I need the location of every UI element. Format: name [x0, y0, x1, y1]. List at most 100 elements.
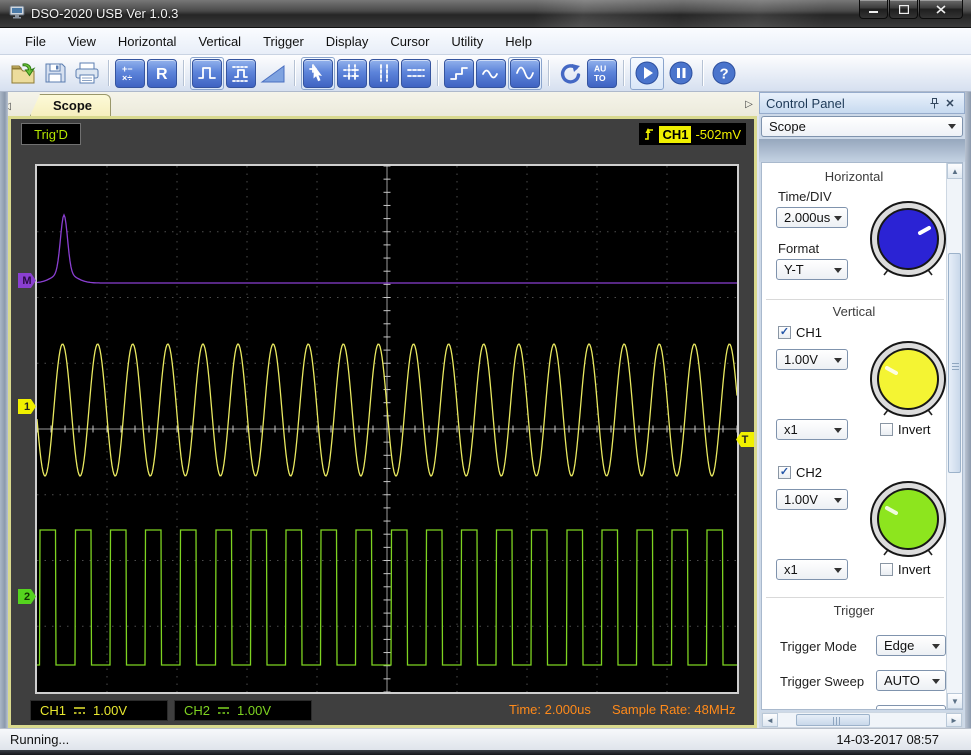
- run-button-selected[interactable]: [630, 56, 664, 90]
- trigger-source-label: Trigger Source: [780, 709, 866, 710]
- menu-horizontal[interactable]: Horizontal: [107, 30, 188, 53]
- save-floppy-icon: [45, 63, 66, 83]
- save-button[interactable]: [40, 59, 70, 88]
- chevron-down-icon: [834, 216, 842, 221]
- panel-divider: [759, 139, 965, 162]
- maximize-button[interactable]: [889, 0, 918, 19]
- pulse-button[interactable]: [192, 58, 222, 88]
- step-wave-icon: [450, 67, 468, 80]
- scrollbar-thumb[interactable]: [948, 253, 961, 473]
- run-button[interactable]: [632, 59, 662, 88]
- panel-close-icon[interactable]: ✕: [942, 96, 958, 110]
- sine-button-selected[interactable]: [508, 56, 542, 90]
- waveform-traces: [37, 213, 737, 666]
- help-button[interactable]: ?: [709, 59, 739, 88]
- trigger-source-dropdown[interactable]: CH1: [876, 705, 946, 709]
- ch2-scale-dropdown[interactable]: 1.00V: [776, 489, 848, 510]
- control-panel-title: Control Panel: [766, 95, 845, 111]
- horizontal-cursors-icon: [407, 69, 425, 77]
- timediv-label: Time/DIV: [778, 189, 832, 204]
- trigger-mode-dropdown[interactable]: Edge: [876, 635, 946, 656]
- pulse-wave-icon: [198, 67, 216, 79]
- pulse-levels-button[interactable]: [226, 58, 256, 88]
- chevron-down-icon: [932, 679, 940, 684]
- rising-edge-icon: [645, 128, 654, 140]
- scroll-up-icon[interactable]: ▲: [947, 163, 962, 179]
- pointer-button[interactable]: [303, 58, 333, 88]
- reference-button[interactable]: R: [147, 58, 177, 88]
- auto-setup-button[interactable]: AU TO: [587, 58, 617, 88]
- ch2-readout-label: CH2: [184, 703, 211, 718]
- menu-cursor[interactable]: Cursor: [379, 30, 440, 53]
- menu-file[interactable]: File: [14, 30, 57, 53]
- horizontal-knob[interactable]: [868, 199, 948, 283]
- trigger-section-title: Trigger: [833, 603, 875, 618]
- open-folder-icon: [11, 63, 36, 84]
- svg-text:AU: AU: [594, 64, 606, 74]
- pin-icon[interactable]: [926, 96, 942, 110]
- vertical-cursors-button[interactable]: [369, 58, 399, 88]
- ch1-position-marker[interactable]: 1: [18, 399, 36, 414]
- grid-icon: [343, 64, 361, 82]
- ch1-invert-checkbox[interactable]: Invert: [880, 422, 931, 437]
- status-text: Running...: [10, 732, 70, 747]
- scrollbar-thumb[interactable]: [796, 714, 870, 726]
- tab-scroll-right-icon[interactable]: ▷: [742, 94, 756, 114]
- tab-bar: ◁ Scope ▷: [0, 92, 760, 116]
- scroll-left-icon[interactable]: ◄: [762, 713, 778, 727]
- format-dropdown[interactable]: Y-T: [776, 259, 848, 280]
- horizontal-scrollbar[interactable]: ◄ ►: [761, 712, 963, 728]
- ch1-enable-checkbox[interactable]: ✓ CH1: [778, 325, 822, 340]
- print-button[interactable]: [72, 59, 102, 88]
- trigger-info-box: CH1 -502mV: [639, 123, 746, 145]
- control-panel-header: Control Panel ✕: [759, 92, 965, 114]
- close-button[interactable]: [919, 0, 963, 19]
- pulse-button-selected[interactable]: [190, 56, 224, 90]
- cursor-arrow-icon: [309, 64, 322, 82]
- vertical-cursors-icon: [380, 64, 388, 82]
- checkbox-check-icon: [880, 563, 893, 576]
- ch2-invert-checkbox[interactable]: Invert: [880, 562, 931, 577]
- pointer-button-selected[interactable]: [301, 56, 335, 90]
- smooth-wave-button[interactable]: [476, 58, 506, 88]
- ch2-position-knob[interactable]: [868, 479, 948, 563]
- timediv-dropdown[interactable]: 2.000us: [776, 207, 848, 228]
- ch1-probe-dropdown[interactable]: x1: [776, 419, 848, 440]
- vertical-scrollbar[interactable]: ▲ ▼: [946, 163, 962, 709]
- scroll-right-icon[interactable]: ►: [946, 713, 962, 727]
- dc-coupling-icon: [74, 707, 86, 714]
- open-button[interactable]: [8, 59, 38, 88]
- menu-utility[interactable]: Utility: [440, 30, 494, 53]
- menu-vertical[interactable]: Vertical: [187, 30, 252, 53]
- math-channel-marker[interactable]: M: [18, 273, 36, 288]
- menu-display[interactable]: Display: [315, 30, 380, 53]
- sine-button[interactable]: [510, 58, 540, 88]
- horizontal-cursors-button[interactable]: [401, 58, 431, 88]
- trigger-status-text: Trig'D: [34, 126, 68, 142]
- ch2-enable-checkbox[interactable]: ✓ CH2: [778, 465, 822, 480]
- ch2-position-marker[interactable]: 2: [18, 589, 36, 604]
- panel-selector-dropdown[interactable]: Scope: [761, 116, 963, 137]
- pause-button[interactable]: [666, 59, 696, 88]
- play-icon: [635, 61, 659, 85]
- ch1-scale-dropdown[interactable]: 1.00V: [776, 349, 848, 370]
- ch1-position-knob[interactable]: [868, 339, 948, 423]
- menu-view[interactable]: View: [57, 30, 107, 53]
- step-wave-button[interactable]: [444, 58, 474, 88]
- datetime-text: 14-03-2017 08:57: [836, 732, 939, 747]
- ramp-button[interactable]: [258, 59, 288, 88]
- waveform-display[interactable]: [35, 164, 739, 694]
- menu-help[interactable]: Help: [494, 30, 543, 53]
- minimize-button[interactable]: [859, 0, 888, 19]
- refresh-button[interactable]: [555, 59, 585, 88]
- app-window: DSO-2020 USB Ver 1.0.3 File View Horizon…: [0, 0, 971, 755]
- scroll-down-icon[interactable]: ▼: [947, 693, 962, 709]
- grid-button[interactable]: [337, 58, 367, 88]
- trigger-sweep-dropdown[interactable]: AUTO: [876, 670, 946, 691]
- math-button[interactable]: +− ×÷: [115, 58, 145, 88]
- menu-trigger[interactable]: Trigger: [252, 30, 315, 53]
- status-bar: Running... 14-03-2017 08:57: [0, 728, 971, 750]
- ch2-probe-dropdown[interactable]: x1: [776, 559, 848, 580]
- title-bar: DSO-2020 USB Ver 1.0.3: [0, 0, 971, 28]
- tab-scope[interactable]: Scope: [30, 94, 112, 116]
